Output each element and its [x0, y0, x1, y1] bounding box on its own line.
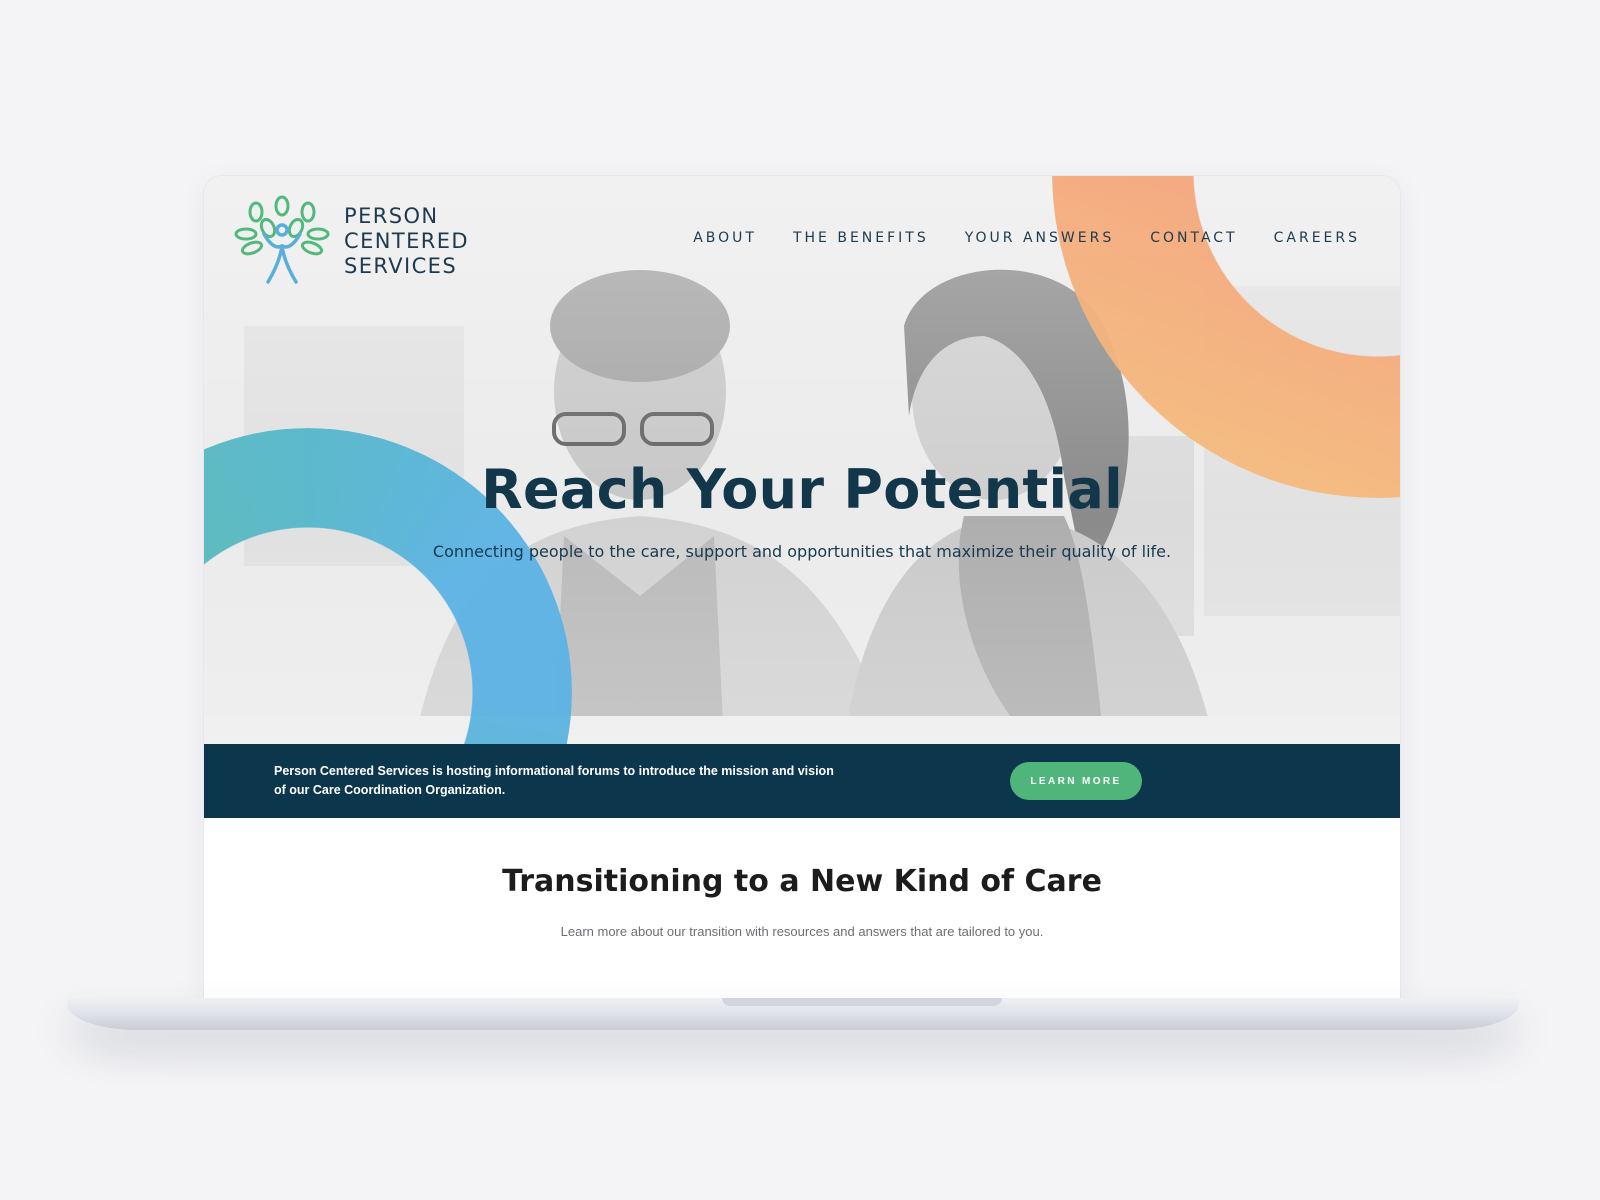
logo-wordmark: PERSON CENTERED SERVICES	[344, 204, 469, 279]
banner-text: Person Centered Services is hosting info…	[274, 764, 834, 797]
logo-line-2: CENTERED	[344, 228, 469, 253]
hero-subtitle: Connecting people to the care, support a…	[432, 542, 1172, 561]
main-nav: ABOUT THE BENEFITS YOUR ANSWERS CONTACT …	[657, 230, 1360, 246]
announcement-banner: Person Centered Services is hosting info…	[204, 744, 1400, 818]
nav-about[interactable]: ABOUT	[693, 230, 757, 246]
logo-line-3: SERVICES	[344, 253, 458, 278]
nav-the-benefits[interactable]: THE BENEFITS	[793, 230, 929, 246]
hero-title: Reach Your Potential	[481, 458, 1123, 521]
tree-person-logo-icon	[234, 195, 330, 284]
laptop-base	[67, 998, 1519, 1030]
section-title: Transitioning to a New Kind of Care	[502, 864, 1102, 899]
nav-careers[interactable]: CAREERS	[1274, 230, 1360, 246]
laptop-screen: PERSON CENTERED SERVICES ABOUT THE BENEF…	[204, 176, 1400, 1000]
site-logo[interactable]: PERSON CENTERED SERVICES	[234, 194, 469, 288]
logo-line-1: PERSON	[344, 203, 439, 228]
section-subtitle: Learn more about our transition with res…	[560, 924, 1044, 939]
learn-more-button[interactable]: LEARN MORE	[1010, 762, 1142, 800]
hero-section: PERSON CENTERED SERVICES ABOUT THE BENEF…	[204, 176, 1400, 744]
nav-your-answers[interactable]: YOUR ANSWERS	[965, 230, 1114, 246]
nav-contact[interactable]: CONTACT	[1150, 230, 1237, 246]
laptop-notch	[722, 998, 1002, 1006]
